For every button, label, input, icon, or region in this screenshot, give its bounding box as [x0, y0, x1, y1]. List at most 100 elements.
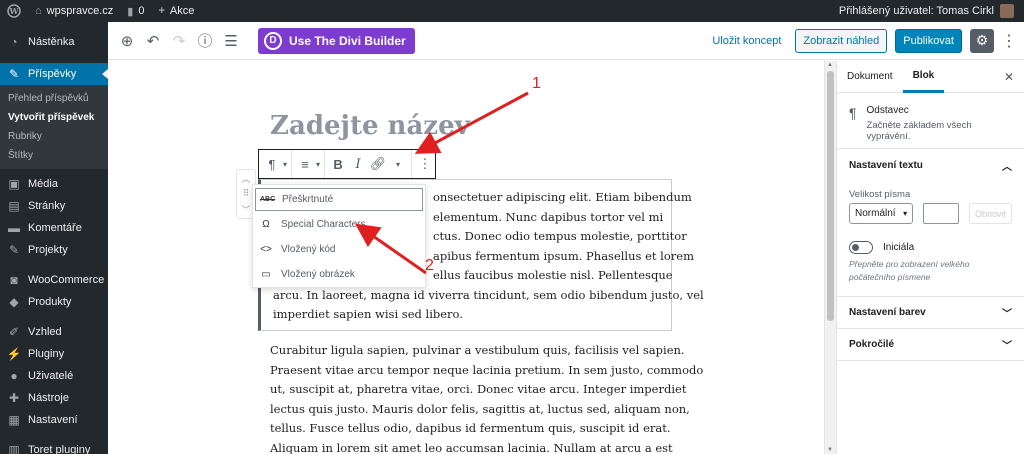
sidebar-item-label: Média	[28, 178, 58, 190]
sidebar-tabs: Dokument Blok ✕	[837, 61, 1024, 93]
pin-icon: ✎	[8, 67, 20, 81]
wordpress-logo-icon[interactable]: W	[0, 0, 28, 22]
more-tools-button[interactable]: ⋮	[1001, 31, 1017, 51]
preview-button[interactable]: Zobrazit náhled	[795, 28, 888, 53]
divi-builder-label: Use The Divi Builder	[289, 33, 406, 48]
settings-toggle-button[interactable]: ⚙	[970, 28, 994, 53]
reset-button[interactable]: Obnovit	[968, 203, 1012, 224]
sidebar-item-comments[interactable]: ▬ Komentáře	[0, 217, 108, 239]
sidebar-item-label: Komentáře	[28, 222, 82, 234]
content-info-button[interactable]: ⓘ	[192, 28, 218, 54]
sidebar-item-settings[interactable]: ▦ Nastavení	[0, 409, 108, 431]
text-settings-toggle[interactable]: Nastavení textu ︿	[837, 149, 1024, 181]
scroll-down-icon[interactable]: ▼	[827, 447, 833, 453]
advanced-toggle[interactable]: Pokročilé ﹀	[837, 329, 1024, 361]
admin-sidebar: ◔ Nástěnka ✎ Příspěvky Přehled příspěvků V…	[0, 22, 108, 454]
add-block-button[interactable]: ⊕	[114, 28, 140, 54]
submenu-item-all-posts[interactable]: Přehled příspěvků	[0, 89, 108, 108]
editor-scrollbar[interactable]: ▲ ▼	[824, 61, 836, 454]
users-icon: ●	[10, 369, 18, 383]
sidebar-item-label: WooCommerce	[28, 274, 105, 286]
media-icon: ▣	[8, 177, 20, 191]
sidebar-item-plugins[interactable]: ⚡ Pluginy	[0, 343, 108, 365]
sidebar-item-pages[interactable]: ▤ Stránky	[0, 195, 108, 217]
custom-font-size-input[interactable]	[923, 203, 959, 224]
sidebar-item-label: Nástěnka	[28, 36, 75, 48]
site-name: wpspravce.cz	[46, 5, 114, 17]
user-account-link[interactable]: Přihlášený uživatel: Tomas Cirkl	[839, 4, 1024, 18]
pin-icon: ✎	[8, 243, 20, 257]
svg-text:W: W	[9, 6, 20, 16]
divi-builder-button[interactable]: D Use The Divi Builder	[258, 27, 415, 54]
annotation-number-1: 1	[532, 75, 541, 92]
site-name-link[interactable]: ⌂ wpspravce.cz	[28, 0, 120, 22]
sidebar-item-users[interactable]: ● Uživatelé	[0, 365, 108, 387]
tab-document[interactable]: Dokument	[837, 61, 903, 93]
woocommerce-icon: ◙	[10, 273, 18, 287]
sidebar-item-posts[interactable]: ✎ Příspěvky	[0, 63, 108, 85]
sidebar-item-label: Nastavení	[28, 414, 78, 426]
plugin-icon: ▥	[8, 443, 20, 454]
pages-icon: ▤	[8, 199, 20, 213]
comments-link[interactable]: ▮ 0	[120, 0, 151, 22]
font-size-row: Normální ▾ Obnovit	[837, 200, 1024, 227]
block-description: Začněte základem všech vyprávění.	[866, 120, 972, 142]
sidebar-item-label: Vzhled	[28, 326, 62, 338]
submenu-item-tags[interactable]: Štítky	[0, 146, 108, 165]
editor-header: ⊕ ↶ ↷ ⓘ ☰ D Use The Divi Builder Uložit …	[108, 22, 1024, 60]
sidebar-item-woocommerce[interactable]: ◙ WooCommerce	[0, 269, 108, 291]
sidebar-item-projects[interactable]: ✎ Projekty	[0, 239, 108, 261]
chevron-down-icon: ﹀	[1002, 341, 1012, 352]
section-title: Nastavení textu	[849, 159, 923, 171]
undo-icon: ↶	[146, 32, 160, 50]
submenu-item-add-new[interactable]: Vytvořit příspěvek	[0, 108, 108, 127]
sidebar-item-label: Toret pluginy	[28, 444, 91, 454]
sidebar-item-media[interactable]: ▣ Média	[0, 173, 108, 195]
block-card: ¶ Odstavec Začněte základem všech vypráv…	[837, 93, 1024, 149]
settings-icon: ▦	[8, 413, 20, 427]
comment-bubble-icon: ▮	[127, 5, 134, 18]
tab-block[interactable]: Blok	[902, 61, 945, 93]
posts-submenu: Přehled příspěvků Vytvořit příspěvek Rub…	[0, 85, 108, 169]
products-icon: ◆	[9, 295, 19, 309]
sidebar-item-products[interactable]: ◆ Produkty	[0, 291, 108, 313]
drop-cap-help: Přepněte pro zobrazení velkého počáteční…	[837, 258, 1024, 297]
list-icon: ☰	[224, 32, 238, 50]
admin-bar: W ⌂ wpspravce.cz ▮ 0 + Akce Přihlášený u…	[0, 0, 1024, 22]
settings-sidebar: Dokument Blok ✕ ¶ Odstavec Začněte zákla…	[836, 61, 1024, 454]
divi-logo-icon: D	[264, 31, 282, 50]
save-draft-button[interactable]: Uložit koncept	[706, 35, 787, 47]
scrollbar-thumb[interactable]	[827, 71, 834, 321]
sidebar-item-toret-plugins[interactable]: ▥ Toret pluginy	[0, 439, 108, 454]
annotation-arrows	[355, 91, 529, 275]
sidebar-item-dashboard[interactable]: ◔ Nástěnka	[0, 31, 108, 53]
annotation-arrow-2	[355, 223, 427, 275]
new-content-label: Akce	[169, 5, 195, 17]
redo-icon: ↷	[172, 32, 186, 50]
sidebar-item-tools[interactable]: ✚ Nástroje	[0, 387, 108, 409]
color-settings-toggle[interactable]: Nastavení barev ﹀	[837, 297, 1024, 329]
undo-button[interactable]: ↶	[140, 28, 166, 54]
plugin-icon: ⚡	[6, 347, 22, 361]
drop-cap-toggle[interactable]	[849, 241, 873, 254]
new-content-link[interactable]: + Akce	[151, 0, 201, 22]
close-icon[interactable]: ✕	[1004, 70, 1014, 84]
section-title: Pokročilé	[849, 339, 895, 350]
avatar	[1000, 4, 1014, 18]
submenu-item-categories[interactable]: Rubriky	[0, 127, 108, 146]
gear-icon: ⚙	[975, 32, 989, 48]
block-navigation-button[interactable]: ☰	[218, 28, 244, 54]
chevron-down-icon: ▾	[903, 209, 908, 218]
sidebar-item-label: Nástroje	[28, 392, 69, 404]
publish-button[interactable]: Publikovat	[895, 28, 962, 53]
comments-icon: ▬	[8, 221, 20, 235]
chevron-down-icon: ﹀	[1002, 309, 1012, 320]
drop-cap-row: Iniciála	[837, 227, 1024, 258]
sidebar-item-appearance[interactable]: ✐ Vzhled	[0, 321, 108, 343]
sidebar-item-label: Pluginy	[28, 348, 65, 360]
editor-canvas: Zadejte název ︿ ⠿ ﹀ onsectetuer adipisci…	[108, 61, 822, 454]
redo-button[interactable]: ↷	[166, 28, 192, 54]
font-size-select[interactable]: Normální ▾	[849, 203, 914, 224]
section-title: Nastavení barev	[849, 307, 926, 318]
scroll-up-icon[interactable]: ▲	[827, 62, 833, 68]
